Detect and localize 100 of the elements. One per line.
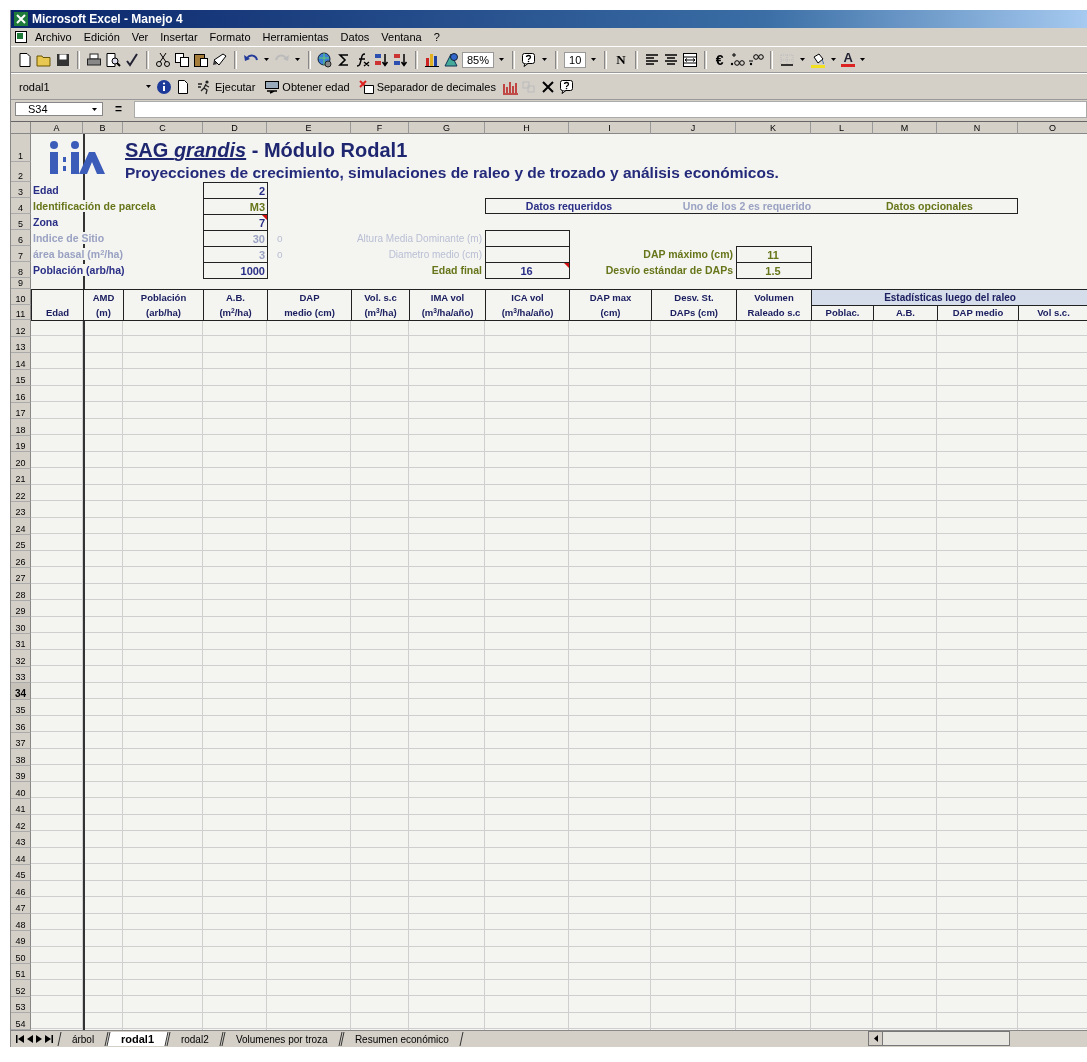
zoom-dropdown[interactable]: 85% xyxy=(462,51,495,68)
sheet-tab[interactable]: Volumenes por troza xyxy=(221,1031,343,1046)
input-field[interactable]: 1000 xyxy=(203,262,268,279)
column-heading: A.B. (m$^{2}$/ha) xyxy=(203,289,268,321)
row-header[interactable]: 16 xyxy=(11,386,31,403)
sheet-tab[interactable]: árbol xyxy=(57,1031,109,1046)
row-header[interactable]: 40 xyxy=(11,782,31,799)
input-field[interactable]: 7 xyxy=(203,214,268,231)
input-field[interactable]: 11 xyxy=(736,246,812,263)
field-label: área basal (m$^{2}$/ha) xyxy=(31,248,125,260)
column-header[interactable]: I xyxy=(569,122,651,134)
column-header[interactable]: J xyxy=(651,122,736,134)
input-field[interactable]: 1.5 xyxy=(736,262,812,279)
input-field[interactable]: 16 xyxy=(485,262,570,279)
toolbar-button[interactable]: Obtener edad xyxy=(261,78,353,95)
row-header[interactable]: 34 xyxy=(11,683,31,700)
sheet-title: SAG grandis - Módulo Rodal1 xyxy=(124,139,409,162)
font-color-button[interactable]: A xyxy=(841,52,855,67)
field-label: DAP máximo (cm) xyxy=(643,248,734,260)
currency-button[interactable]: € xyxy=(712,51,727,68)
menu-item[interactable]: Ver xyxy=(126,31,154,43)
field-label: Desvío estándar de DAPs xyxy=(605,264,734,276)
row-header[interactable]: 18 xyxy=(11,419,31,436)
row-header[interactable]: 50 xyxy=(11,947,31,964)
row-header[interactable]: 48 xyxy=(11,914,31,931)
row-header[interactable]: 12 xyxy=(11,320,31,337)
input-field[interactable]: 2 xyxy=(203,182,268,199)
macro-dropdown[interactable]: rodal1 xyxy=(17,80,141,93)
sheet-subtitle: Proyecciones de crecimiento, simulaciones de raleo y de trozado y análisis económicos. xyxy=(124,164,780,182)
row-header[interactable]: 28 xyxy=(11,584,31,601)
column-header[interactable]: C xyxy=(123,122,203,134)
menu-item[interactable]: ? xyxy=(428,31,445,43)
toolbar-button[interactable]: Ejecutar xyxy=(194,78,259,95)
column-header[interactable]: E xyxy=(267,122,351,134)
row-header[interactable]: 42 xyxy=(11,815,31,832)
column-header[interactable]: G xyxy=(409,122,485,134)
menu-item[interactable]: Formato xyxy=(204,31,256,43)
column-heading: Población (arb/ha) xyxy=(123,289,204,321)
row-header[interactable]: 3 xyxy=(11,182,31,198)
sheet-tab[interactable]: rodal1 xyxy=(106,1031,169,1046)
column-header[interactable]: K xyxy=(736,122,811,134)
row-header[interactable]: 52 xyxy=(11,980,31,997)
menu-item[interactable]: Archivo xyxy=(30,31,77,43)
row-header[interactable]: 54 xyxy=(11,1013,31,1030)
group-heading: Estadísticas luego del raleo xyxy=(811,289,1087,306)
toolbar-button[interactable]: Separador de decimales xyxy=(355,78,499,95)
column-header[interactable]: O xyxy=(1018,122,1087,134)
column-header[interactable]: F xyxy=(351,122,409,134)
column-header[interactable]: L xyxy=(811,122,873,134)
row-header[interactable]: 10 xyxy=(11,289,31,305)
column-header[interactable]: H xyxy=(485,122,569,134)
row-header[interactable]: 2 xyxy=(11,162,31,182)
column-heading: ICA vol (m$^{3}$/ha/año) xyxy=(485,289,570,321)
sheet-tab[interactable]: Resumen económico xyxy=(340,1031,464,1046)
column-header[interactable]: A xyxy=(31,122,83,134)
column-heading: AMD (m) xyxy=(83,289,124,321)
menu-item[interactable]: Edición xyxy=(78,31,125,43)
row-header[interactable]: 6 xyxy=(11,230,31,246)
column-heading: Volumen Raleado s.c xyxy=(736,289,812,321)
formula-button[interactable]: = xyxy=(109,102,128,116)
row-header[interactable]: 5 xyxy=(11,214,31,230)
menu-item[interactable]: Insertar xyxy=(155,31,203,43)
sheet-tab[interactable]: rodal2 xyxy=(166,1031,224,1046)
row-header[interactable]: 44 xyxy=(11,848,31,865)
column-header[interactable]: M xyxy=(873,122,937,134)
column-header[interactable]: N xyxy=(937,122,1018,134)
row-header[interactable]: 4 xyxy=(11,198,31,214)
column-heading: DAP medio (cm) xyxy=(267,289,352,321)
bold-button[interactable]: N xyxy=(613,51,629,68)
row-header[interactable]: 20 xyxy=(11,452,31,469)
row-header[interactable]: 8 xyxy=(11,262,31,278)
field-label: Altura Media Dominante (m) xyxy=(356,232,482,244)
column-header[interactable]: D xyxy=(203,122,267,134)
field-label: Indice de Sitio xyxy=(31,232,107,244)
column-heading: Edad xyxy=(31,289,84,321)
field-label: Población (arb/ha) xyxy=(31,264,127,276)
menu-item[interactable]: Ventana xyxy=(376,31,427,43)
row-header[interactable]: 32 xyxy=(11,650,31,667)
row-header[interactable]: 14 xyxy=(11,353,31,370)
row-header[interactable]: 30 xyxy=(11,617,31,634)
row-header[interactable]: 24 xyxy=(11,518,31,535)
field-label: Edad final xyxy=(431,264,483,276)
row-header[interactable]: 26 xyxy=(11,551,31,568)
name-box[interactable]: S34 xyxy=(15,102,103,116)
row-header[interactable]: 46 xyxy=(11,881,31,898)
menu-item[interactable]: Herramientas xyxy=(257,31,334,43)
row-header[interactable]: 36 xyxy=(11,716,31,733)
column-heading: Vol. s.c (m$^{3}$/ha) xyxy=(351,289,410,321)
menu-item[interactable]: Datos xyxy=(335,31,375,43)
font-size-dropdown[interactable]: 10 xyxy=(564,51,587,68)
row-header[interactable]: 7 xyxy=(11,246,31,262)
row-header[interactable]: 22 xyxy=(11,485,31,502)
row-header[interactable]: 9 xyxy=(11,278,31,289)
column-header[interactable]: B xyxy=(83,122,123,134)
column-heading: Desv. St. DAPs (cm) xyxy=(651,289,737,321)
input-field[interactable]: M3 xyxy=(203,198,268,215)
field-label: Identificación de parcela xyxy=(31,200,158,212)
row-header[interactable]: 1 xyxy=(11,134,31,162)
legend-label: Datos opcionales xyxy=(885,200,974,212)
row-header[interactable]: 38 xyxy=(11,749,31,766)
